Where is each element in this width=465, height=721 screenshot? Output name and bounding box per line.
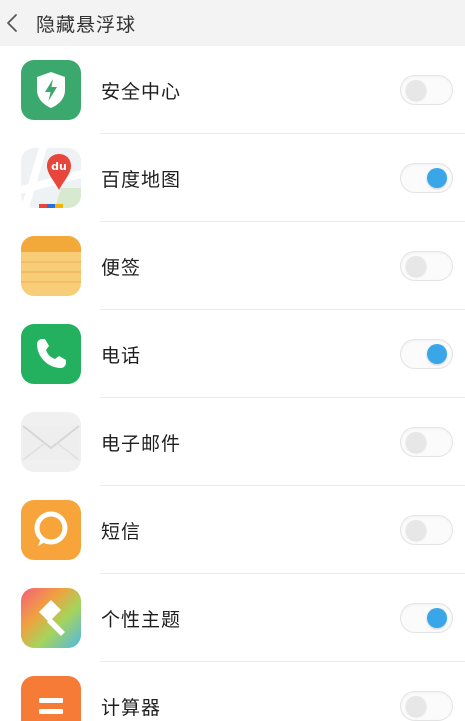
- app-label: 电子邮件: [101, 432, 182, 455]
- app-row-sms: 短信: [0, 486, 465, 574]
- app-label: 计算器: [101, 696, 162, 719]
- toggle-knob: [427, 608, 447, 628]
- mail-icon: [21, 412, 81, 472]
- map-pin-text: du: [51, 160, 67, 173]
- app-row-security-center: 安全中心: [0, 46, 465, 134]
- toggle-security-center[interactable]: [400, 75, 453, 105]
- app-label: 便签: [101, 256, 142, 279]
- notes-icon: [21, 236, 81, 296]
- toggle-knob: [427, 344, 447, 364]
- toggle-sms[interactable]: [400, 515, 453, 545]
- app-label: 个性主题: [101, 608, 182, 631]
- security-shield-icon: [21, 60, 81, 120]
- app-label: 短信: [101, 520, 142, 543]
- app-row-email: 电子邮件: [0, 398, 465, 486]
- toggle-knob: [427, 168, 447, 188]
- sms-icon: [21, 500, 81, 560]
- toggle-email[interactable]: [400, 427, 453, 457]
- app-label: 百度地图: [101, 168, 182, 191]
- toggle-calculator[interactable]: [400, 691, 453, 721]
- calculator-icon: [21, 676, 81, 721]
- app-label: 安全中心: [101, 80, 182, 103]
- baidu-map-icon: du: [21, 148, 81, 208]
- app-row-calculator: 计算器: [0, 662, 465, 721]
- toggle-baidu-map[interactable]: [400, 163, 453, 193]
- phone-icon: [21, 324, 81, 384]
- toggle-knob: [406, 80, 426, 100]
- toggle-knob: [406, 520, 426, 540]
- toggle-knob: [406, 696, 426, 716]
- app-row-phone: 电话: [0, 310, 465, 398]
- top-bar: 隐藏悬浮球: [0, 0, 465, 46]
- toggle-knob: [406, 432, 426, 452]
- app-row-baidu-map: du 百度地图: [0, 134, 465, 222]
- app-row-theme: 个性主题: [0, 574, 465, 662]
- app-label: 电话: [101, 344, 142, 367]
- toggle-knob: [406, 256, 426, 276]
- app-row-notes: 便签: [0, 222, 465, 310]
- back-button[interactable]: [0, 0, 30, 46]
- chevron-left-icon: [7, 14, 17, 32]
- toggle-phone[interactable]: [400, 339, 453, 369]
- toggle-notes[interactable]: [400, 251, 453, 281]
- toggle-theme[interactable]: [400, 603, 453, 633]
- page-title: 隐藏悬浮球: [36, 13, 137, 36]
- app-list: 安全中心 du 百度地图 便签 电话 电子邮件 短信 个性主题 计算器: [0, 46, 465, 721]
- theme-icon: [21, 588, 81, 648]
